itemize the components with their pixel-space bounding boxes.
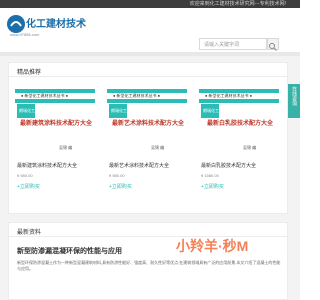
product-price: ¥ 980.00 [109, 173, 125, 178]
article-excerpt: 新型环保防渗混凝土作为一种新型混凝建筑材料,具有防渗性能好、强度高、耐久性好等优… [17, 260, 281, 271]
cover-series: ● 新型化工建材技术丛书 ● [205, 93, 253, 98]
article-title-link[interactable]: 新型防渗漏混凝环保的性能与应用 [17, 246, 122, 256]
cover-title: 最新艺术涂料技术配方大全 [111, 121, 184, 127]
product-price: ¥ 980.00 [17, 173, 33, 178]
cover-badge-text: 朗瑞化工 [203, 108, 219, 113]
product-card[interactable]: ● 新型化工建材技术丛书 ● 朗瑞化工 最新艺术涂料技术配方大全 吴锦 编 最新… [107, 89, 187, 207]
divider [9, 76, 287, 77]
latest-articles-panel: 最新资料 新型防渗漏混凝环保的性能与应用 新型环保防渗混凝土作为一种新型混凝建筑… [8, 222, 288, 300]
section-title: 最新资料 [17, 230, 42, 236]
book-cover[interactable]: ● 新型化工建材技术丛书 ● 朗瑞化工 最新白乳胶技术配方大全 吴锦 编 [199, 89, 279, 159]
buy-now-link[interactable]: +立即购买 [109, 183, 132, 190]
section-title: 精品推荐 [17, 70, 42, 76]
cover-series: ● 新型化工建材技术丛书 ● [21, 93, 69, 98]
cover-author: 吴锦 编 [59, 145, 73, 150]
product-card[interactable]: ● 新型化工建材技术丛书 ● 朗瑞化工 最新建筑涂料技术配方大全 吴锦 编 最新… [15, 89, 95, 207]
product-price: ¥ 1580.00 [201, 173, 219, 178]
search-input[interactable]: 请输入关键字词 [199, 38, 267, 50]
logo-url: www.97886.com [10, 32, 40, 37]
product-name[interactable]: 最新艺术涂料技术配方大全 [109, 162, 189, 169]
logo-text: 化工建材技术 [26, 19, 86, 30]
book-cover[interactable]: ● 新型化工建材技术丛书 ● 朗瑞化工 最新建筑涂料技术配方大全 吴锦 编 [15, 89, 95, 159]
buy-now-link[interactable]: +立即购买 [17, 183, 40, 190]
online-consult-tab[interactable]: 在线咨询 [288, 84, 300, 118]
product-name[interactable]: 最新白乳胶技术配方大全 [201, 162, 281, 169]
product-name[interactable]: 最新建筑涂料技术配方大全 [17, 162, 97, 169]
cover-title: 最新白乳胶技术配方大全 [206, 121, 273, 127]
buy-now-link[interactable]: +立即购买 [201, 183, 224, 190]
header: 化工建材技术 www.97886.com 请输入关键字词 [0, 8, 300, 52]
search-button[interactable] [267, 38, 279, 51]
search-icon [269, 43, 277, 51]
site-logo[interactable]: 化工建材技术 www.97886.com [4, 12, 114, 38]
cover-author: 吴锦 编 [243, 145, 257, 150]
product-list: ● 新型化工建材技术丛书 ● 朗瑞化工 最新建筑涂料技术配方大全 吴锦 编 最新… [15, 89, 283, 209]
cover-badge-text: 朗瑞化工 [111, 108, 127, 113]
watermark-logo: 小羚羊·秒M [176, 238, 249, 254]
cover-author: 吴锦 编 [151, 145, 165, 150]
cover-series: ● 新型化工建材技术丛书 ● [113, 93, 161, 98]
product-card[interactable]: ● 新型化工建材技术丛书 ● 朗瑞化工 最新白乳胶技术配方大全 吴锦 编 最新白… [199, 89, 279, 207]
logo-icon [7, 15, 25, 33]
cover-title: 最新建筑涂料技术配方大全 [19, 121, 92, 127]
book-cover[interactable]: ● 新型化工建材技术丛书 ● 朗瑞化工 最新艺术涂料技术配方大全 吴锦 编 [107, 89, 187, 159]
cover-badge-text: 朗瑞化工 [19, 108, 35, 113]
welcome-text: 欢迎来到化工建材技术研究网---专利技术网! [189, 1, 286, 7]
top-bar: 欢迎来到化工建材技术研究网---专利技术网! [0, 0, 300, 8]
featured-panel: 精品推荐 ● 新型化工建材技术丛书 ● 朗瑞化工 最新建筑涂料技术配方大全 吴锦… [8, 62, 288, 214]
